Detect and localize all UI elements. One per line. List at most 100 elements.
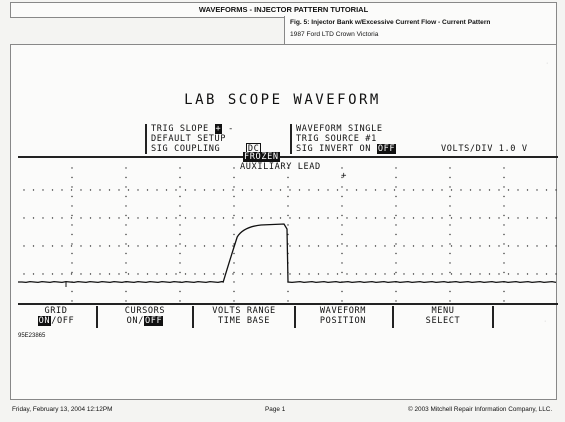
grid-dot bbox=[517, 245, 519, 247]
grid-dot bbox=[70, 245, 73, 247]
sig-coupling-label: SIG COUPLING bbox=[151, 144, 221, 154]
grid-dot bbox=[450, 217, 453, 219]
grid-dot bbox=[503, 195, 505, 198]
trig-slope-minus[interactable]: - bbox=[228, 124, 234, 134]
grid-dot bbox=[125, 271, 127, 274]
waveform-label: WAVEFORM bbox=[296, 124, 343, 134]
sig-invert-label: SIG INVERT bbox=[296, 144, 354, 154]
grid-dot bbox=[179, 300, 181, 302]
grid-dot bbox=[422, 217, 424, 219]
grid-dot bbox=[270, 245, 272, 247]
grid-dot bbox=[108, 245, 111, 247]
grid-dot bbox=[355, 217, 358, 219]
grid-dot bbox=[61, 273, 63, 275]
grid-dot bbox=[355, 273, 358, 275]
footer-copyright: © 2003 Mitchell Repair Information Compa… bbox=[408, 406, 553, 413]
grid-dot bbox=[365, 273, 367, 275]
volts-range-softkey[interactable]: VOLTS RANGE TIME BASE bbox=[196, 306, 292, 326]
grid-dot bbox=[270, 273, 272, 275]
grid-dot bbox=[395, 243, 397, 245]
grid-dot bbox=[61, 217, 63, 219]
grid-dot bbox=[469, 245, 472, 247]
sig-invert-on[interactable]: ON bbox=[360, 144, 372, 154]
grid-dot bbox=[449, 300, 451, 302]
grid-off[interactable]: OFF bbox=[57, 316, 74, 326]
grid-dot bbox=[403, 273, 405, 275]
grid-dot bbox=[137, 217, 139, 219]
grid-on[interactable]: ON bbox=[37, 316, 52, 326]
grid-dot bbox=[287, 290, 289, 293]
grid-dot bbox=[260, 217, 263, 219]
menu-select-softkey[interactable]: MENU SELECT bbox=[396, 306, 490, 326]
grid-softkey[interactable]: GRID ON/OFF bbox=[18, 306, 94, 326]
waveform-value[interactable]: SINGLE bbox=[348, 124, 383, 134]
grid-dot bbox=[412, 189, 415, 191]
grid-dot bbox=[279, 245, 282, 247]
grid-dot bbox=[308, 189, 310, 191]
sig-invert-off[interactable]: OFF bbox=[376, 144, 397, 154]
grid-dot bbox=[374, 273, 377, 275]
grid-dot bbox=[336, 245, 339, 247]
cursors-label: CURSORS bbox=[124, 306, 166, 316]
frozen-status: FROZEN bbox=[243, 152, 280, 162]
grid-dot bbox=[125, 167, 127, 169]
grid-dot bbox=[32, 245, 35, 247]
grid-dot bbox=[498, 217, 500, 219]
grid-dot bbox=[503, 186, 505, 188]
grid-dot bbox=[422, 189, 424, 191]
grid-dot bbox=[165, 273, 168, 275]
grid-dot bbox=[317, 217, 320, 219]
grid-dot bbox=[317, 189, 320, 191]
grid-dot bbox=[203, 217, 206, 219]
grid-dot bbox=[336, 273, 339, 275]
grid-dot bbox=[384, 273, 386, 275]
grid-dot bbox=[503, 252, 505, 255]
grid-dot bbox=[450, 273, 453, 275]
grid-dot bbox=[479, 217, 481, 219]
grid-dot bbox=[395, 233, 397, 236]
grid-dot bbox=[498, 273, 500, 275]
grid-dot bbox=[393, 217, 396, 219]
grid-dot bbox=[251, 189, 253, 191]
grid-dot bbox=[203, 189, 206, 191]
grid-dot bbox=[341, 300, 343, 302]
page-header-title: WAVEFORMS - INJECTOR PATTERN TUTORIAL bbox=[198, 5, 369, 14]
grid-dot bbox=[51, 217, 54, 219]
grid-dot bbox=[42, 189, 44, 191]
cursors-off[interactable]: OFF bbox=[144, 316, 164, 326]
grid-dot bbox=[441, 273, 443, 275]
grid-dot bbox=[146, 217, 149, 219]
grid-dot bbox=[71, 233, 73, 236]
settings-left-rule bbox=[145, 124, 147, 154]
grid-dot bbox=[289, 273, 291, 275]
grid-dot bbox=[61, 189, 63, 191]
grid-dot bbox=[412, 217, 415, 219]
grid-dot bbox=[441, 217, 443, 219]
grid-dot bbox=[71, 214, 73, 217]
grid-dot bbox=[222, 217, 225, 219]
cursors-softkey[interactable]: CURSORS ON/OFF bbox=[100, 306, 190, 326]
trig-source-value[interactable]: #1 bbox=[365, 134, 377, 144]
grid-dot bbox=[156, 245, 158, 247]
grid-dot bbox=[233, 186, 235, 188]
grid-dot bbox=[449, 214, 451, 217]
grid-dot bbox=[71, 176, 73, 179]
grid-dot bbox=[165, 217, 168, 219]
grid-dot bbox=[89, 273, 92, 275]
grid-dot bbox=[395, 262, 397, 264]
grid-dot bbox=[99, 245, 101, 247]
grid-dot bbox=[365, 217, 367, 219]
cursors-on[interactable]: ON bbox=[127, 316, 139, 326]
grid-dot bbox=[327, 245, 329, 247]
waveform-position-softkey[interactable]: WAVEFORM POSITION bbox=[296, 306, 390, 326]
grid-dot bbox=[526, 273, 529, 275]
trig-slope-row: TRIG SLOPE + - bbox=[151, 124, 234, 134]
grid-dot bbox=[80, 273, 82, 275]
default-setup[interactable]: DEFAULT SETUP bbox=[151, 134, 226, 144]
grid-dot bbox=[422, 273, 424, 275]
grid-dot bbox=[108, 217, 111, 219]
waveform-trace bbox=[18, 223, 557, 284]
grid-dot bbox=[503, 271, 505, 274]
trig-slope-plus[interactable]: + bbox=[214, 124, 223, 134]
grid-dot bbox=[23, 189, 25, 191]
